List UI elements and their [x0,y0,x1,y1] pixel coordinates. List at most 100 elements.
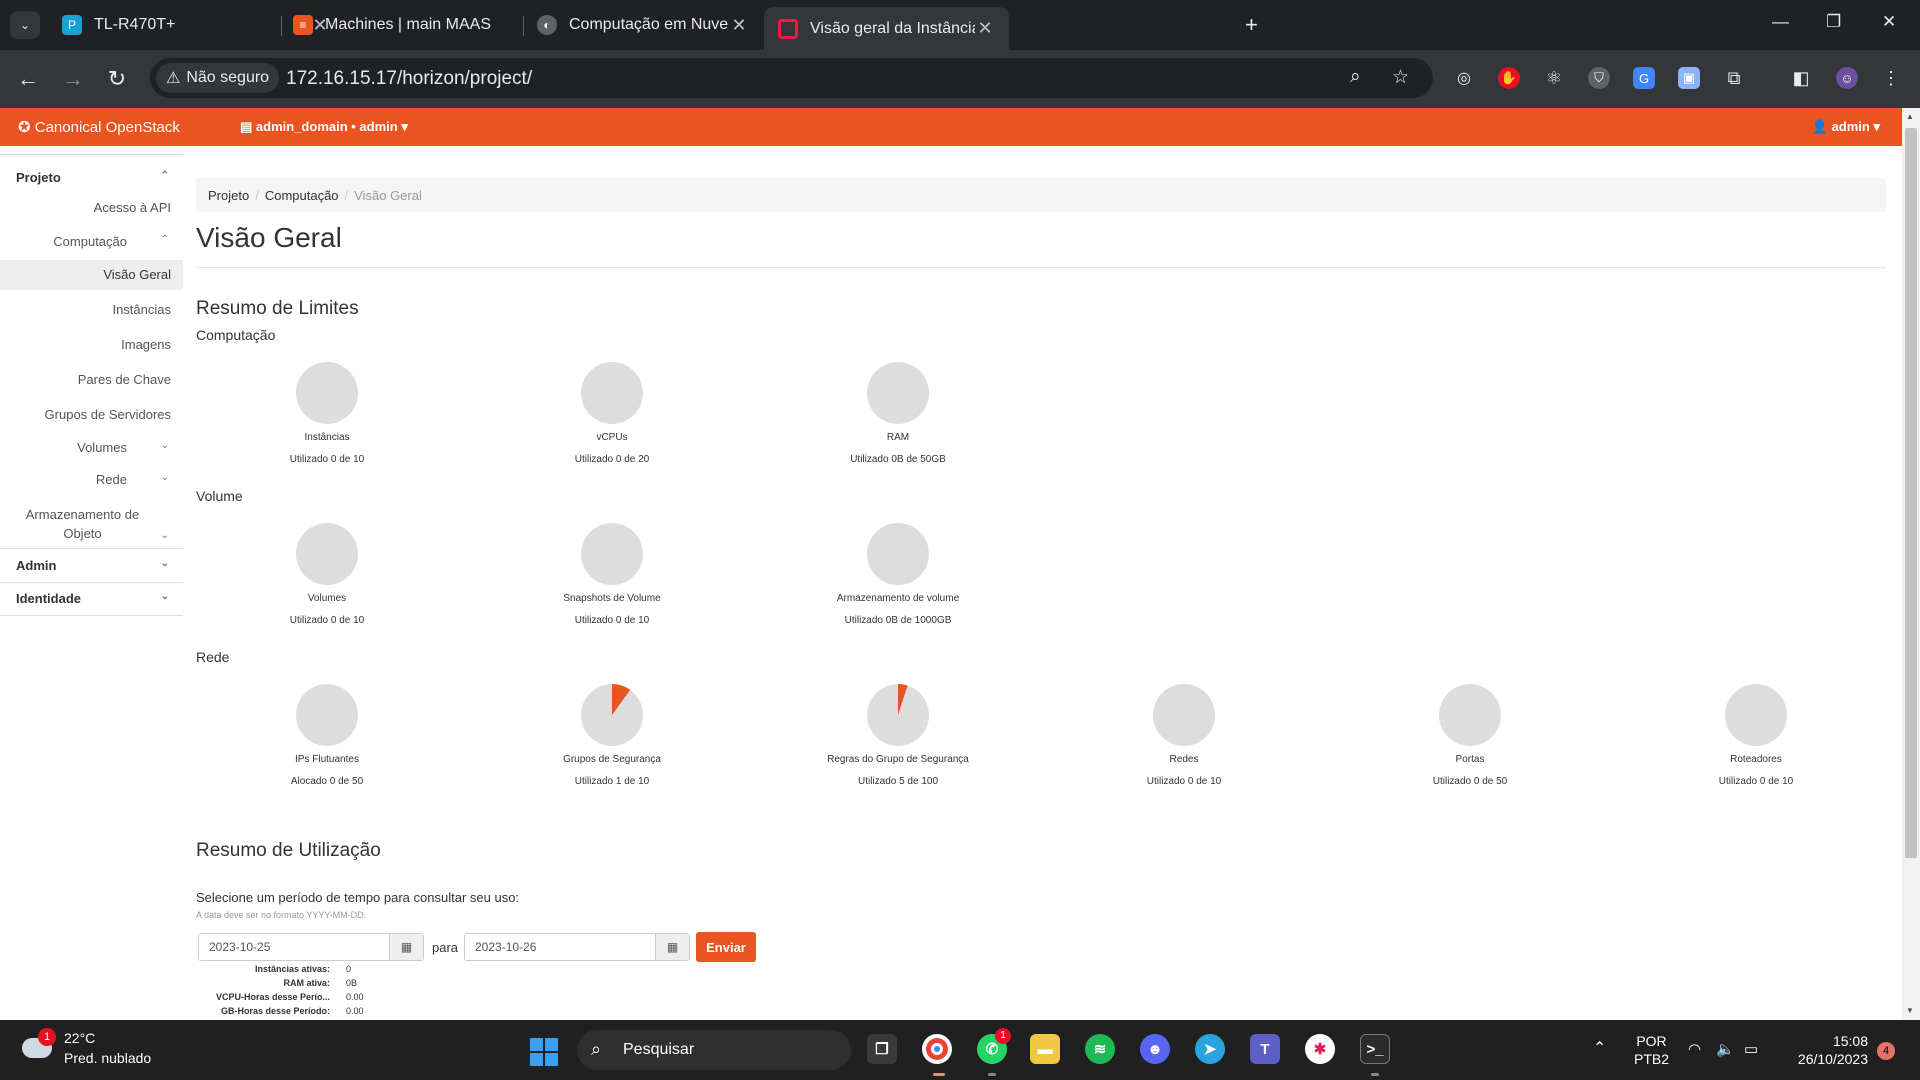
calendar-icon[interactable]: ▦ [389,934,423,960]
sidebar-dashboard-identidade[interactable]: Identidade ⌄ [0,583,183,615]
sidebar-item-instancias[interactable]: Instâncias [0,302,183,317]
minimize-icon[interactable]: — [1772,12,1789,32]
tab-search-button[interactable]: ⌄ [10,11,40,39]
limit-label: RAM [886,432,910,443]
end-date-picker: ▦ [464,933,690,961]
sidebar-item-imagens[interactable]: Imagens [0,337,183,352]
zoom-icon[interactable]: ⌕ [1350,66,1361,88]
breadcrumb-projeto[interactable]: Projeto [208,188,249,203]
pie-svg [296,362,358,424]
translate-extension-icon[interactable]: G [1633,67,1655,89]
muted-speaker-icon[interactable]: 🔈 [1716,1040,1735,1058]
react-extension-icon[interactable]: ⚛ [1543,67,1565,89]
user-menu[interactable]: 👤 admin ▾ [1812,119,1880,135]
clock-date: 26/10/2023 [1797,1051,1868,1067]
file-explorer-icon[interactable]: ▬ [1030,1034,1060,1064]
bookmark-star-icon[interactable]: ☆ [1392,66,1409,89]
notification-badge[interactable]: 4 [1877,1042,1895,1060]
scroll-thumb[interactable] [1905,128,1917,858]
terminal-icon[interactable]: >_ [1360,1034,1390,1064]
limit-pie-chart: Portas Utilizado 0 de 50 [1370,684,1570,787]
side-panel-icon[interactable]: ◧ [1790,67,1812,89]
profile-avatar[interactable]: ☺ [1836,67,1858,89]
windows-start-icon[interactable] [530,1038,558,1066]
shield-extension-icon[interactable]: ⛉ [1588,67,1610,89]
reload-icon[interactable]: ↻ [104,66,130,92]
telegram-icon[interactable]: ➤ [1195,1034,1225,1064]
submit-button[interactable]: Enviar [696,932,756,962]
battery-icon[interactable]: ▭ [1744,1040,1758,1058]
breadcrumb-computacao[interactable]: Computação [265,188,339,203]
chrome-icon[interactable] [922,1034,952,1064]
brand-logo[interactable]: ✪ Canonical OpenStack [18,118,180,136]
start-date-input[interactable] [199,934,389,960]
tab-visao-geral-instancia[interactable]: Visão geral da Instância - Oper ✕ [764,7,1009,50]
window-close-icon[interactable]: ✕ [1882,12,1896,32]
spy-extension-icon[interactable]: ◎ [1453,67,1475,89]
limit-usage-text: Utilizado 0 de 10 [574,615,650,626]
sidebar-dashboard-admin[interactable]: Admin ⌄ [0,550,183,582]
clock[interactable]: 15:08 26/10/2023 [1786,1032,1868,1068]
sidebar-dashboard-projeto[interactable]: Projeto ⌃ [0,162,183,194]
close-icon[interactable]: ✕ [975,18,995,39]
sidebar-item-pares-de-chave[interactable]: Pares de Chave [0,372,183,387]
adblock-extension-icon[interactable]: ✋ [1498,67,1520,89]
tray-overflow-icon[interactable]: ⌃ [1593,1038,1606,1058]
sidebar-panel-rede[interactable]: Rede ⌄ [0,472,183,487]
sidebar-item-acesso-api[interactable]: Acesso à API [0,200,183,215]
sidebar-item-label: Projeto [16,170,61,185]
temperature: 22°C [64,1030,96,1046]
pie-background [296,684,358,746]
close-icon[interactable]: ✕ [729,15,749,36]
limit-label: Redes [1169,754,1199,765]
calendar-icon[interactable]: ▦ [655,934,689,960]
tab-computacao-nuvem[interactable]: ◐ Computação em Nuvem - Com ✕ [523,7,763,43]
language-indicator[interactable]: POR PTB2 [1634,1032,1669,1068]
maas-icon: ≡ [293,15,313,35]
browser-menu-icon[interactable]: ⋮ [1880,67,1902,89]
sidebar-panel-armazenamento-objeto[interactable]: Armazenamento de Objeto ⌄ [0,505,183,543]
windows-taskbar: 1 22°C Pred. nublado ⌕ Pesquisar ❐ ✆ 1 ▬… [0,1020,1920,1080]
end-date-input[interactable] [465,934,655,960]
security-indicator[interactable]: ⚠ Não seguro [156,63,280,93]
url-text[interactable]: 172.16.15.17/horizon/project/ [286,68,532,90]
limit-label: Regras do Grupo de Segurança [827,754,969,765]
domain-project-label: admin_domain • admin [255,119,398,134]
back-icon[interactable]: ← [15,66,41,92]
pie-background [296,523,358,585]
pie-background [581,362,643,424]
image-extension-icon[interactable]: ▣ [1678,67,1700,89]
pie-svg [581,684,643,746]
search-icon: ⌕ [591,1039,602,1059]
slack-icon[interactable]: ✱ [1305,1034,1335,1064]
limit-label: Volumes [307,593,347,604]
limits-group-title: Rede [196,649,230,665]
address-bar[interactable]: ⚠ Não seguro 172.16.15.17/horizon/projec… [150,58,1433,98]
sidebar-panel-computacao[interactable]: Computação ⌃ [0,234,183,249]
sidebar-item-label: Pares de Chave [77,372,171,387]
taskbar-search[interactable]: ⌕ Pesquisar [577,1030,851,1070]
sidebar-panel-volumes[interactable]: Volumes ⌄ [0,440,183,455]
restore-icon[interactable]: ❐ [1826,12,1841,32]
spotify-icon[interactable]: ≋ [1085,1034,1115,1064]
tab-title: Machines | main MAAS [325,16,491,33]
limit-label: Roteadores [1730,754,1782,765]
scroll-down-icon[interactable]: ▼ [1906,1006,1914,1015]
new-tab-button[interactable]: + [1245,12,1258,38]
wifi-icon[interactable]: ◠ [1688,1040,1701,1058]
domain-project-selector[interactable]: ▤ admin_domain • admin ▾ [240,119,408,135]
discord-icon[interactable]: ☻ [1140,1034,1170,1064]
scroll-up-icon[interactable]: ▲ [1906,112,1914,121]
browser-tab-bar: ⌄ P TL-R470T+ ✕ ≡ Machines | main MAAS ✕… [0,0,1920,50]
pie-svg [867,523,929,585]
task-view-icon[interactable]: ❐ [867,1034,897,1064]
chevron-down-icon: ⌄ [160,558,169,569]
limit-label: Grupos de Segurança [563,754,661,765]
page-scrollbar[interactable]: ▲ ▼ [1902,108,1920,1020]
forward-icon[interactable]: → [60,66,86,92]
limits-group-title: Volume [196,488,243,504]
teams-icon[interactable]: T [1250,1034,1280,1064]
extensions-puzzle-icon[interactable]: ⧉ [1723,67,1745,89]
sidebar-item-grupos-de-servidores[interactable]: Grupos de Servidores [0,407,183,422]
sidebar-item-visao-geral[interactable]: Visão Geral [0,260,183,290]
